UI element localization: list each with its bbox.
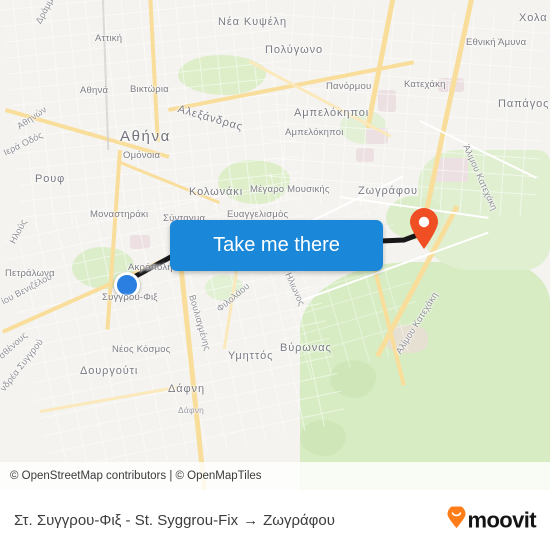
trip-summary: Στ. Συγγρου-Φιξ - St. Syggrou-Fix → Ζωγράφ… (0, 512, 335, 529)
moovit-wordmark: moovit (467, 507, 536, 532)
trip-origin: Στ. Συγγρου-Φιξ - St. Syggrou-Fix (14, 511, 239, 529)
attribution-text: © OpenStreetMap contributors | © OpenMap… (10, 470, 262, 482)
map-screen: Δράμμας Αττική Νέα Κυψέλη Χολα Πολύγωνο Εθνικ… (0, 0, 550, 550)
map-canvas[interactable]: Δράμμας Αττική Νέα Κυψέλη Χολα Πολύγωνο Εθνικ… (0, 0, 550, 490)
moovit-pin-icon (447, 505, 466, 534)
map-attribution: © OpenStreetMap contributors | © OpenMap… (0, 462, 550, 490)
trip-destination: Ζωγράφου (263, 511, 335, 529)
moovit-logo[interactable]: moovit (447, 505, 537, 534)
take-me-there-button[interactable]: Take me there (170, 220, 383, 271)
take-me-there-label: Take me there (213, 234, 340, 256)
destination-marker[interactable] (408, 208, 440, 250)
arrow-icon: → (243, 511, 259, 529)
origin-marker[interactable] (114, 272, 140, 298)
footer-bar: Στ. Συγγρου-Φιξ - St. Syggrou-Fix → Ζωγράφ… (0, 490, 550, 550)
